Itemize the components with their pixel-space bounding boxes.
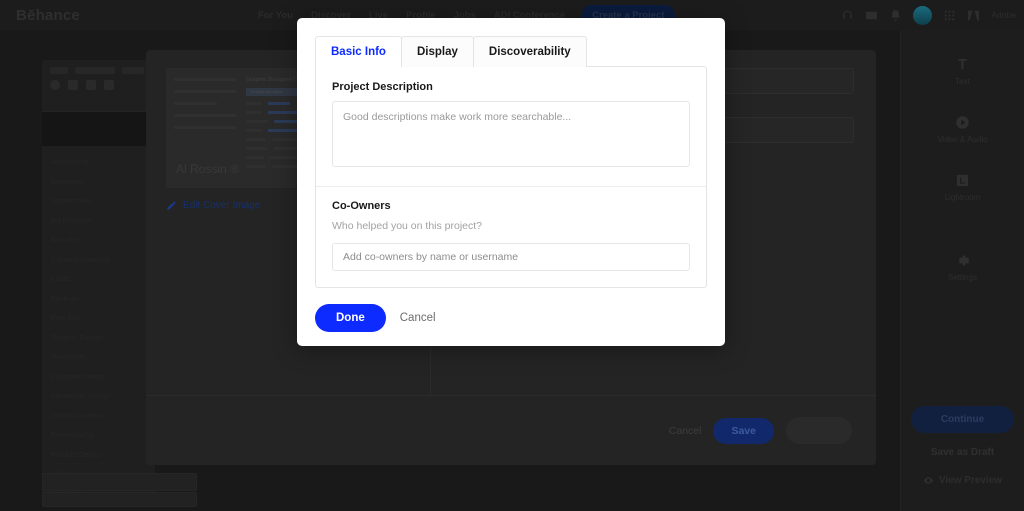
headset-icon[interactable] <box>841 9 854 22</box>
rail-chip <box>50 67 68 74</box>
rail-tool-icon[interactable] <box>104 80 114 90</box>
bottom-block <box>42 473 197 491</box>
text-icon: T <box>957 56 968 73</box>
list-item[interactable]: Advertising <box>42 152 155 172</box>
list-item[interactable]: Architecture <box>42 191 155 211</box>
project-info-modal: Basic Info Display Discoverability Proje… <box>297 18 725 346</box>
gear-icon <box>948 252 977 269</box>
play-circle-icon <box>937 114 987 131</box>
rail-search-band <box>42 112 155 146</box>
panel-cancel-button[interactable]: Cancel <box>669 425 702 437</box>
list-item[interactable]: Product Design <box>42 445 155 464</box>
cover-watermark: Al Rossin ® <box>176 162 239 176</box>
tab-discoverability[interactable]: Discoverability <box>472 36 587 67</box>
tool-lightroom[interactable]: Lightroom <box>944 172 981 202</box>
nav-link-for-you[interactable]: For You <box>258 10 293 21</box>
list-item[interactable]: Photography <box>42 425 155 445</box>
panel-extra-button[interactable] <box>786 417 852 444</box>
pencil-icon <box>166 200 177 211</box>
bell-icon[interactable] <box>889 9 902 22</box>
continue-button[interactable]: Continue <box>911 406 1014 433</box>
list-item[interactable]: Branding <box>42 230 155 250</box>
list-item[interactable]: Fashion <box>42 289 155 308</box>
nav-right-icons: Adobe <box>841 0 1016 30</box>
view-preview-button[interactable]: View Preview <box>911 472 1014 489</box>
done-button[interactable]: Done <box>315 304 386 332</box>
section-divider <box>316 186 706 187</box>
rail-chips <box>50 67 147 74</box>
tool-label: Text <box>955 77 970 86</box>
view-preview-label: View Preview <box>938 475 1003 486</box>
lightroom-icon <box>945 172 981 189</box>
avatar[interactable] <box>913 5 933 25</box>
thumb-sidebar <box>174 78 236 138</box>
tab-panel-basic-info: Project Description Co-Owners Who helped… <box>315 66 707 288</box>
tab-display[interactable]: Display <box>400 36 474 67</box>
adobe-logo-icon <box>967 9 980 22</box>
list-item[interactable]: Fine Arts <box>42 308 155 328</box>
rail-tool-icon[interactable] <box>68 80 78 90</box>
co-owners-input[interactable] <box>332 243 690 271</box>
tool-text[interactable]: T Text <box>955 56 970 86</box>
cancel-button[interactable]: Cancel <box>400 312 436 324</box>
modal-actions: Done Cancel <box>315 288 707 332</box>
list-item[interactable]: Animation <box>42 172 155 191</box>
right-rail-footer: Continue Save as Draft View Preview <box>901 406 1024 511</box>
list-item[interactable]: Creative Direction <box>42 250 155 269</box>
rail-chip <box>122 67 144 74</box>
list-item[interactable]: Motion Graphics <box>42 406 155 425</box>
mail-icon[interactable] <box>865 9 878 22</box>
panel-footer: Cancel Save <box>146 395 876 465</box>
left-editor-rail: Advertising Animation Architecture Art D… <box>42 60 155 503</box>
edit-cover-label: Edit Cover Image <box>183 200 261 211</box>
rail-tool-icon[interactable] <box>50 80 60 90</box>
field-options-list: Advertising Animation Architecture Art D… <box>42 146 155 509</box>
co-owners-label: Co-Owners <box>332 200 391 212</box>
tool-label: Settings <box>948 273 977 282</box>
project-description-input[interactable] <box>332 101 690 167</box>
rail-tool-icons <box>50 80 147 90</box>
bottom-block <box>42 492 197 507</box>
co-owners-sublabel: Who helped you on this project? <box>332 220 483 232</box>
list-item[interactable]: Crafts <box>42 269 155 289</box>
list-item[interactable]: Graphic Design <box>42 328 155 347</box>
behance-logo[interactable]: Bēhance <box>16 7 80 24</box>
rail-header <box>42 60 155 112</box>
list-item[interactable]: Industrial Design <box>42 367 155 386</box>
project-description-label: Project Description <box>332 81 433 93</box>
modal-tabs: Basic Info Display Discoverability <box>315 36 707 67</box>
adobe-label: Adobe <box>991 10 1016 20</box>
tab-basic-info[interactable]: Basic Info <box>315 36 402 67</box>
list-item[interactable]: Interaction Design <box>42 386 155 406</box>
tool-settings[interactable]: Settings <box>948 252 977 282</box>
apps-grid-icon[interactable] <box>943 9 956 22</box>
list-item[interactable]: Illustration <box>42 347 155 367</box>
right-tool-rail: T Text Video & Audio Lightroom Settings <box>900 30 1024 511</box>
save-as-draft-button[interactable]: Save as Draft <box>911 447 1014 458</box>
tool-video-audio[interactable]: Video & Audio <box>937 114 988 144</box>
list-item[interactable]: Art Direction <box>42 211 155 230</box>
rail-chip <box>75 67 115 74</box>
rail-tool-icon[interactable] <box>86 80 96 90</box>
eye-icon <box>923 472 934 489</box>
panel-save-button[interactable]: Save <box>713 417 774 444</box>
tool-label: Lightroom <box>944 193 981 202</box>
tool-label: Video & Audio <box>937 135 988 144</box>
app-root: Bēhance For You Discover Live Profile Jo… <box>0 0 1024 511</box>
